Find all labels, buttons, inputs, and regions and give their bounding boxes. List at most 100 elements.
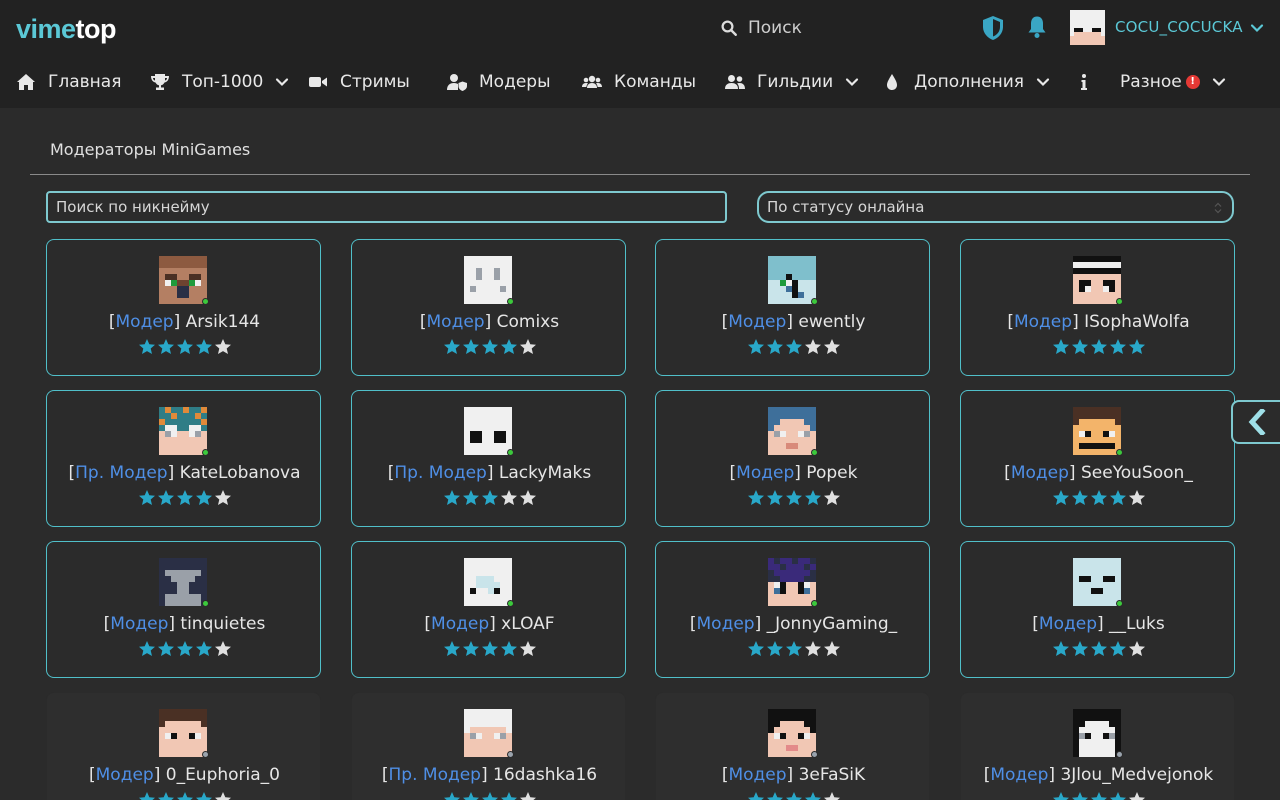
moderator-card[interactable]: [Пр. Модер] LackyMaks [351,390,626,527]
moderator-card[interactable]: [Модер] 0_Euphoria_0 [46,692,321,800]
moderator-card[interactable]: [Модер] 3eFaSiK [655,692,930,800]
chevron-down-icon [1212,78,1225,87]
moderator-name[interactable]: [Модер] Popek [656,463,931,483]
nav-item-addons[interactable]: Дополнения [882,56,1050,108]
moderator-name[interactable]: [Модер] ewently [656,312,931,332]
bracket: ] [173,312,186,332]
moderator-card[interactable]: [Модер] ISophaWolfa [960,239,1235,376]
nickname: _JonnyGaming_ [766,614,898,634]
star-filled-icon [176,339,193,354]
online-status-dot [1116,298,1123,305]
moderator-name[interactable]: [Модер] Comixs [352,312,627,332]
role-label: Пр. Модер [388,765,481,785]
star-empty-icon [823,792,840,800]
star-empty-icon [519,641,536,656]
rating-stars [47,791,322,800]
bracket: [ [689,614,697,634]
online-status-dot [507,298,514,305]
search-button[interactable]: Поиск [720,16,802,40]
sidebar-toggle-button[interactable] [1231,400,1280,444]
bracket: [ [1004,463,1011,483]
logo-text-vime: vime [16,14,76,44]
bell-icon[interactable] [1027,15,1047,39]
moderator-name[interactable]: [Модер] Arsik144 [47,312,322,332]
online-status-dot [202,298,209,305]
moderator-card[interactable]: [Модер] SeeYouSoon_ [960,390,1235,527]
moderator-card[interactable]: [Пр. Модер] 16dashka16 [351,692,626,800]
moderator-card[interactable]: [Модер] __Luks [960,541,1235,678]
nickname: 3eFaSiK [798,765,866,785]
avatar [1073,407,1121,455]
avatar [159,558,207,606]
bracket: [ [1032,614,1039,634]
nickname-search-input[interactable] [46,191,727,223]
moderator-card[interactable]: [Модер] _JonnyGaming_ [655,541,930,678]
moderator-card[interactable]: [Модер] Arsik144 [46,239,321,376]
moderator-name[interactable]: [Модер] __Luks [961,614,1236,634]
moderator-name[interactable]: [Модер] 3eFaSiK [656,765,931,785]
moderator-name[interactable]: [Модер] SeeYouSoon_ [961,463,1236,483]
bracket: ] [486,463,499,483]
moderator-name[interactable]: [Модер] tinquietes [47,614,322,634]
moderator-card[interactable]: [Модер] Popek [655,390,930,527]
role-label: Модер [1010,463,1069,483]
star-filled-icon [138,792,155,800]
star-filled-icon [1071,490,1088,505]
star-filled-icon [176,641,193,656]
moderator-name[interactable]: [Модер] _JonnyGaming_ [656,614,931,634]
role-label: Модер [426,312,485,332]
moderator-name[interactable]: [Модер] xLOAF [352,614,627,634]
avatar [464,558,512,606]
moderator-card[interactable]: [Модер] tinquietes [46,541,321,678]
moderator-card[interactable]: [Модер] Comixs [351,239,626,376]
moderator-name[interactable]: [Модер] 3Jlou_Medvejonok [961,765,1236,785]
nickname: tinquietes [180,614,266,634]
role-label: Пр. Модер [394,463,487,483]
chevron-down-icon[interactable] [1250,21,1264,35]
role-label: Модер [1038,614,1097,634]
star-filled-icon [195,641,212,656]
shield-icon[interactable] [982,15,1004,41]
star-filled-icon [1090,490,1107,505]
nav-item-misc[interactable]: Разное ! [1074,56,1226,108]
star-filled-icon [176,490,193,505]
divider [30,174,1250,175]
moderator-name[interactable]: [Пр. Модер] 16dashka16 [352,765,627,785]
chevron-down-icon [846,78,859,87]
moderator-card[interactable]: [Модер] xLOAF [351,541,626,678]
video-icon [309,77,327,87]
nav-item-streams[interactable]: Стримы [308,56,410,108]
nav-item-guilds[interactable]: Гильдии [725,56,859,108]
nav-item-teams[interactable]: Команды [582,56,696,108]
vimetop-logo[interactable]: vimetop [16,14,117,45]
nav-item-top-1000[interactable]: Топ-1000 [150,56,289,108]
star-filled-icon [481,641,498,656]
moderator-name[interactable]: [Модер] 0_Euphoria_0 [47,765,322,785]
rating-stars [47,338,322,355]
moderator-name[interactable]: [Пр. Модер] LackyMaks [352,463,627,483]
moderator-card[interactable]: [Пр. Модер] KateLobanova [46,390,321,527]
star-filled-icon [481,490,498,505]
user-shield-icon [447,74,467,91]
moderator-card[interactable]: [Модер] 3Jlou_Medvejonok [960,692,1235,800]
username[interactable]: COCU_COCUCKA [1115,18,1243,36]
online-status-dot [1116,600,1123,607]
bracket: [ [1007,312,1014,332]
role-label: Модер [728,765,787,785]
moderator-name[interactable]: [Пр. Модер] KateLobanova [47,463,322,483]
online-status-dot [202,751,209,758]
nav-item-moderators[interactable]: Модеры [447,56,551,108]
moderator-card[interactable]: [Модер] ewently [655,239,930,376]
moderator-name[interactable]: [Модер] ISophaWolfa [961,312,1236,332]
star-filled-icon [785,792,802,800]
rating-stars [961,489,1236,506]
online-status-dot [1116,449,1123,456]
user-avatar[interactable] [1070,10,1105,45]
star-filled-icon [1090,339,1107,354]
rating-stars [961,640,1236,657]
star-empty-icon [823,490,840,505]
role-label: Модер [736,463,795,483]
rating-stars [961,338,1236,355]
online-status-select[interactable]: По статусу онлайна [757,191,1234,223]
nav-item-home[interactable]: Главная [16,56,121,108]
